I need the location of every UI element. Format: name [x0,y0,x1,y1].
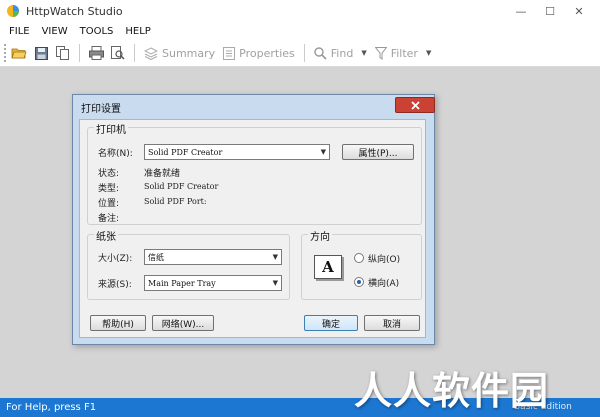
copy-button[interactable] [52,42,74,64]
printer-status-label: 状态: [98,169,120,179]
orientation-group-title: 方向 [308,228,332,243]
orientation-group: 方向 A 纵向(O) 横向(A) [301,228,422,300]
app-logo-icon [7,5,19,17]
paper-size-label: 大小(Z): [98,254,133,264]
find-dropdown-icon[interactable]: ▼ [361,49,366,57]
printer-properties-button[interactable]: 属性(P)... [342,144,414,160]
printer-type-value: Solid PDF Creator [144,182,219,191]
printer-properties-label: 属性(P)... [358,148,398,159]
orientation-preview: A [314,255,342,279]
printer-comment-label: 备注: [98,214,120,224]
app-title: HttpWatch Studio [26,4,123,18]
copy-icon [56,46,69,60]
print-preview-button[interactable] [107,42,129,64]
chevron-down-icon: ▼ [272,253,278,261]
search-icon [314,46,327,60]
open-button[interactable] [8,42,30,64]
landscape-radio[interactable] [354,277,364,287]
chevron-down-icon: ▼ [320,148,326,156]
close-button[interactable]: ✕ [566,0,592,22]
cancel-button-label: 取消 [382,319,401,330]
summary-icon [144,46,158,60]
minimize-button[interactable]: — [508,0,534,22]
filter-icon [374,46,387,60]
close-icon [410,100,420,110]
summary-label: Summary [162,46,216,60]
menu-help[interactable]: HELP [125,26,150,37]
help-button[interactable]: 帮助(H) [90,315,146,331]
print-button[interactable] [85,42,107,64]
menu-file[interactable]: FILE [9,26,30,37]
print-icon [88,46,104,60]
minimize-icon: — [515,4,527,18]
save-button[interactable] [30,42,52,64]
dialog-body: 打印机 名称(N): Solid PDF Creator ▼ 属性(P)... … [79,119,426,338]
help-button-label: 帮助(H) [102,319,134,330]
filter-dropdown-icon[interactable]: ▼ [426,49,431,57]
print-preview-icon [111,46,125,60]
find-label: Find [330,46,354,60]
ok-button[interactable]: 确定 [304,315,358,331]
network-button[interactable]: 网络(W)... [152,315,214,331]
printer-name-select[interactable]: Solid PDF Creator ▼ [144,144,330,160]
landscape-label[interactable]: 横向(A) [368,276,399,289]
network-button-label: 网络(W)... [161,319,205,330]
paper-source-select[interactable]: Main Paper Tray ▼ [144,275,282,291]
printer-status-value: 准备就绪 [144,169,181,179]
find-button[interactable]: Find ▼ [310,42,371,64]
menu-bar: FILE VIEW TOOLS HELP [0,22,600,40]
properties-button[interactable]: Properties [219,42,299,64]
ok-button-label: 确定 [321,319,340,330]
printer-group-title: 打印机 [94,121,128,136]
printer-name-value: Solid PDF Creator [148,147,223,157]
portrait-label[interactable]: 纵向(O) [368,252,400,265]
properties-label: Properties [239,46,295,60]
toolbar-separator [79,44,80,62]
dialog-title-bar[interactable]: 打印设置 [73,95,435,117]
maximize-icon: ☐ [545,4,555,18]
menu-view[interactable]: VIEW [42,26,68,37]
close-icon: ✕ [574,4,584,18]
printer-location-value: Solid PDF Port: [144,197,207,206]
paper-group-title: 纸张 [94,228,118,243]
watermark: 人人软件园 [354,369,550,413]
printer-group: 打印机 名称(N): Solid PDF Creator ▼ 属性(P)... … [87,121,422,225]
filter-label: Filter [390,46,418,60]
printer-name-label: 名称(N): [98,149,133,159]
title-bar: HttpWatch Studio — ☐ ✕ [0,0,600,22]
toolbar: Summary Properties Find ▼ Filter ▼ [0,40,600,67]
paper-size-value: 信纸 [148,252,164,262]
menu-tools[interactable]: TOOLS [80,26,114,37]
filter-button[interactable]: Filter ▼ [371,42,436,64]
dialog-close-button[interactable] [395,97,435,113]
orientation-glyph: A [322,258,334,276]
paper-group: 纸张 大小(Z): 信纸 ▼ 来源(S): Main Paper Tray ▼ [87,228,290,300]
paper-size-select[interactable]: 信纸 ▼ [144,249,282,265]
toolbar-separator [134,44,135,62]
print-setup-dialog: 打印设置 打印机 名称(N): Solid PDF Creator ▼ 属性(P… [72,94,435,345]
dialog-title: 打印设置 [81,104,121,115]
paper-source-label: 来源(S): [98,280,132,290]
printer-location-label: 位置: [98,199,120,209]
save-icon [34,46,48,60]
summary-button[interactable]: Summary [140,42,219,64]
chevron-down-icon: ▼ [272,279,278,287]
status-help-text: For Help, press F1 [6,402,97,413]
cancel-button[interactable]: 取消 [364,315,420,331]
paper-source-value: Main Paper Tray [148,278,216,288]
maximize-button[interactable]: ☐ [537,0,563,22]
printer-type-label: 类型: [98,184,120,194]
portrait-radio[interactable] [354,253,364,263]
properties-icon [223,46,236,60]
toolbar-separator [303,44,305,62]
open-folder-icon [11,48,27,59]
